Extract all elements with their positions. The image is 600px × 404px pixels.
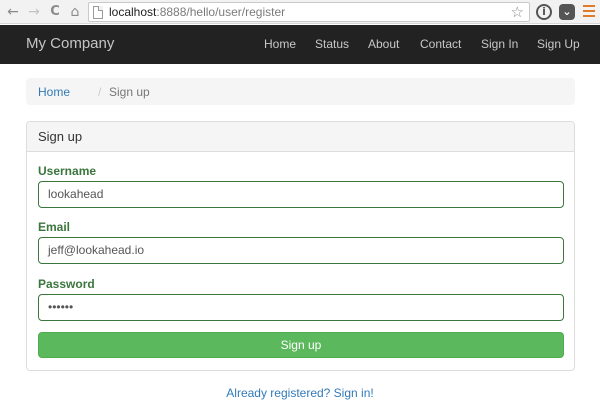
reload-icon[interactable]: C [46,3,64,21]
panel-heading: Sign up [27,122,574,152]
url-path: :8888/hello/user/register [156,5,286,19]
signup-button[interactable]: Sign up [38,332,564,358]
signin-link[interactable]: Already registered? Sign in! [0,386,600,400]
email-label: Email [38,220,71,234]
email-input[interactable]: jeff@lookahead.io [38,237,564,264]
back-arrow-icon[interactable]: ← [4,3,22,21]
nav-link-home[interactable]: Home [264,37,296,51]
password-label: Password [38,277,95,291]
nav-link-sign-up[interactable]: Sign Up [537,37,580,51]
panel-title: Sign up [38,129,83,144]
breadcrumb-current: Sign up [109,85,150,99]
info-icon[interactable]: i [536,4,552,20]
home-icon[interactable]: ⌂ [66,3,84,21]
password-input[interactable]: •••••• [38,294,564,321]
site-navbar: My Company Home Status About Contact Sig… [0,25,600,64]
nav-link-contact[interactable]: Contact [420,37,461,51]
address-bar[interactable]: localhost:8888/hello/user/register ☆ [88,2,530,22]
brand-link[interactable]: My Company [26,35,114,52]
breadcrumb: Home / Sign up [26,78,575,105]
browser-toolbar: ← → C ⌂ localhost:8888/hello/user/regist… [0,0,600,24]
username-input[interactable]: lookahead [38,181,564,208]
url-host: localhost [109,5,157,19]
page-icon [93,6,103,19]
hamburger-menu-icon[interactable] [583,5,595,19]
forward-arrow-icon[interactable]: → [25,3,43,21]
nav-link-status[interactable]: Status [315,37,349,51]
nav-link-about[interactable]: About [368,37,399,51]
bookmark-star-icon[interactable]: ☆ [511,3,524,21]
username-label: Username [38,164,97,178]
url-text: localhost:8888/hello/user/register [109,5,285,19]
pocket-icon[interactable]: ⌄ [559,4,575,20]
signup-panel: Sign up Username lookahead Email jeff@lo… [26,121,575,371]
nav-link-sign-in[interactable]: Sign In [481,37,518,51]
breadcrumb-home-link[interactable]: Home [38,85,70,99]
breadcrumb-separator: / [98,85,102,99]
